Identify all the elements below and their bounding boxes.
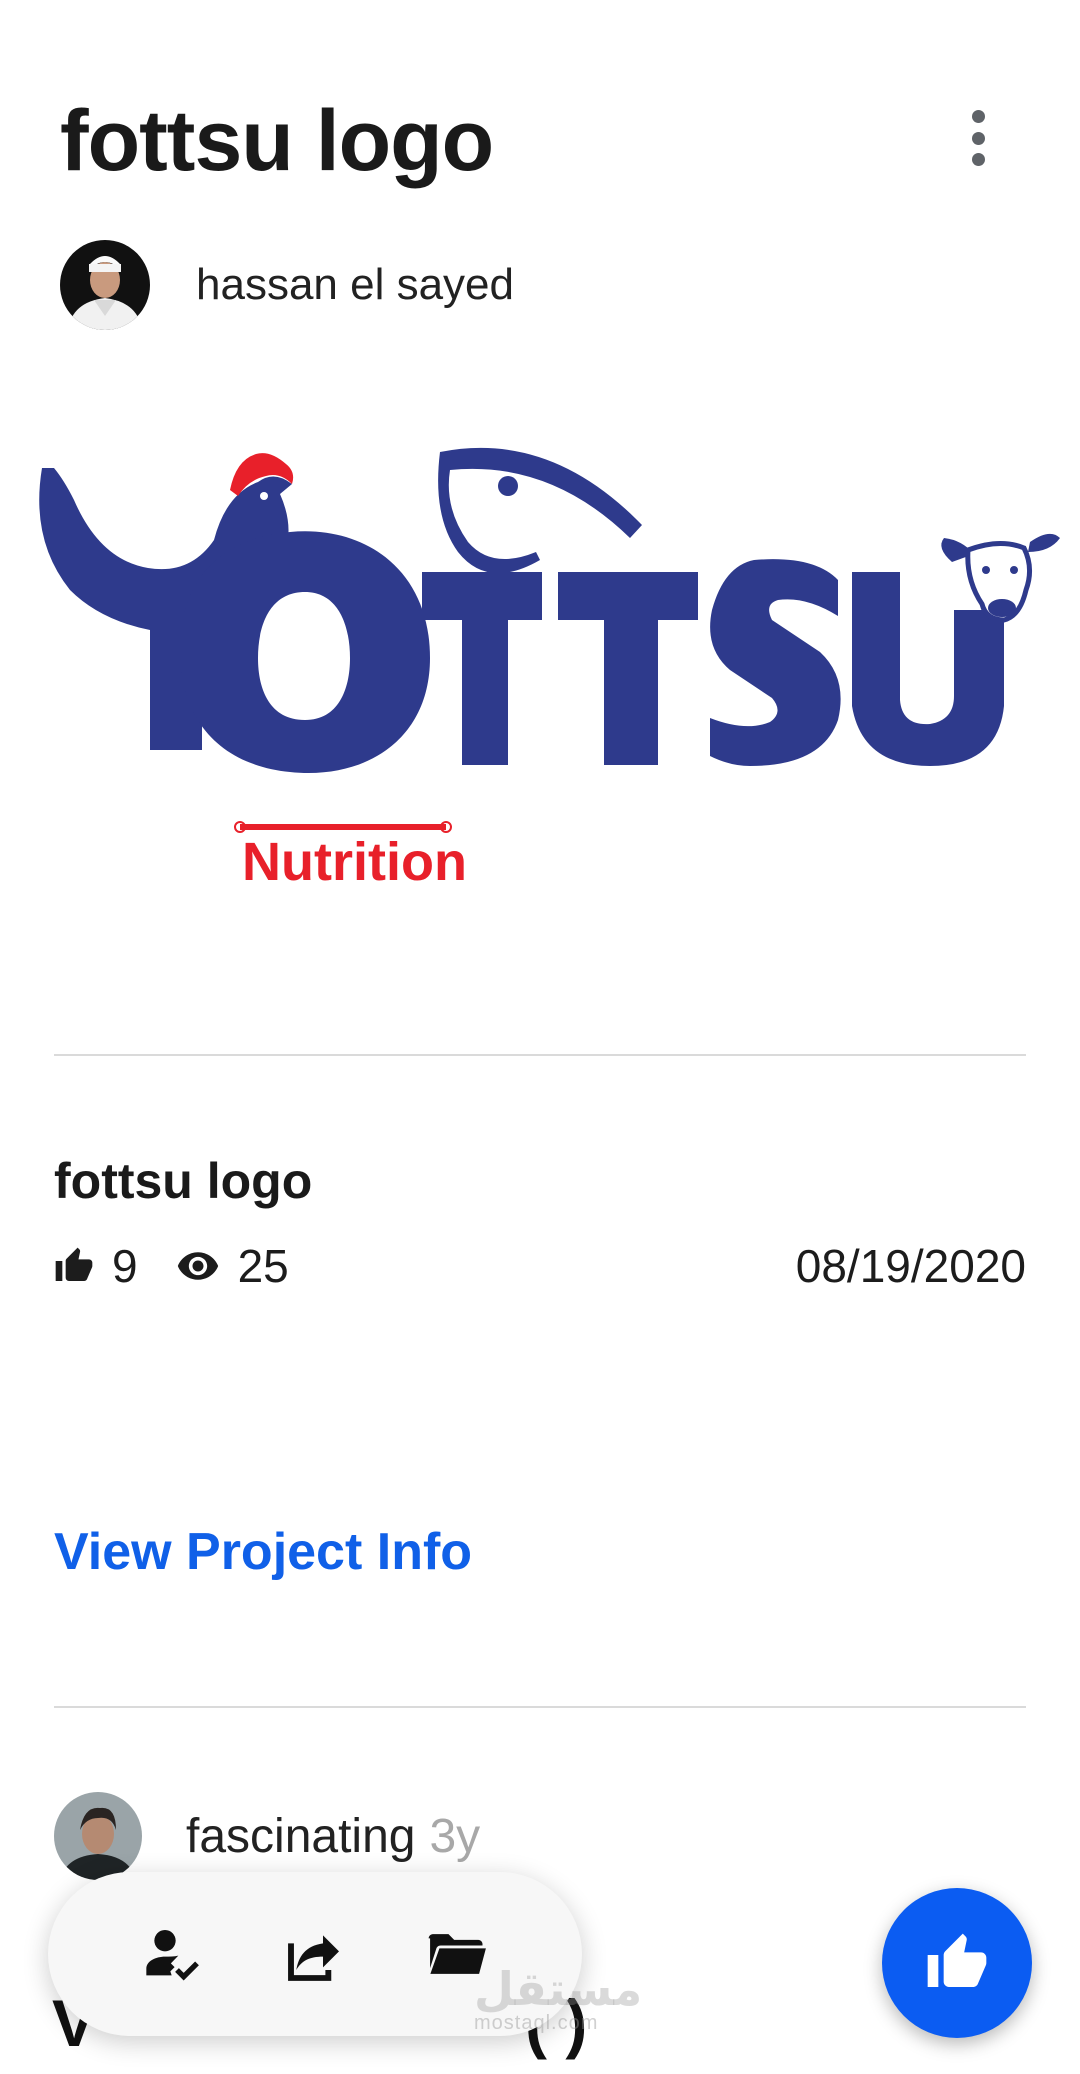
author-row[interactable]: hassan el sayed xyxy=(60,240,514,330)
project-title: fottsu logo xyxy=(54,1153,313,1209)
author-avatar[interactable] xyxy=(60,240,150,330)
comment-text: fascinating xyxy=(186,1809,416,1863)
letter-s xyxy=(710,559,841,766)
letter-t xyxy=(422,572,542,765)
views-count: 25 xyxy=(237,1240,289,1292)
more-vertical-icon xyxy=(971,110,985,123)
view-project-info-link[interactable]: View Project Info xyxy=(54,1522,472,1582)
tagline-bar xyxy=(240,824,446,830)
page-title: fottsu logo xyxy=(60,93,494,189)
share-icon xyxy=(288,1935,339,1981)
likes-stat: 9 xyxy=(54,1239,138,1293)
more-options-button[interactable] xyxy=(952,100,1004,176)
fish-icon xyxy=(438,447,642,574)
stats-row: 9 25 08/19/2020 xyxy=(54,1236,1026,1296)
share-button[interactable] xyxy=(272,1911,358,1997)
project-cover-image[interactable]: Nutrition xyxy=(30,420,1060,900)
commenter-avatar[interactable] xyxy=(54,1792,142,1880)
fottsu-logo: Nutrition xyxy=(39,447,1060,892)
divider xyxy=(54,1706,1026,1708)
thumbs-up-icon xyxy=(54,1246,94,1286)
comment-item: fascinating 3y xyxy=(54,1792,480,1880)
follow-user-icon xyxy=(146,1930,199,1981)
cow-icon xyxy=(941,533,1060,623)
thumbs-up-icon xyxy=(927,1933,987,1987)
letter-o xyxy=(180,531,430,774)
publish-date: 08/19/2020 xyxy=(795,1240,1026,1292)
views-stat: 25 xyxy=(176,1239,289,1293)
watermark: مستقل xyxy=(474,1963,643,2015)
letter-t xyxy=(558,572,698,765)
likes-count: 9 xyxy=(112,1240,138,1292)
follow-button[interactable] xyxy=(130,1911,216,1997)
author-name[interactable]: hassan el sayed xyxy=(196,260,514,310)
comment-time: 3y xyxy=(429,1809,481,1863)
tagline-text: Nutrition xyxy=(242,832,467,892)
like-button[interactable] xyxy=(882,1888,1032,2038)
divider xyxy=(54,1054,1026,1056)
eye-icon xyxy=(176,1244,220,1288)
watermark-sub: mostaql.com xyxy=(474,2012,599,2034)
